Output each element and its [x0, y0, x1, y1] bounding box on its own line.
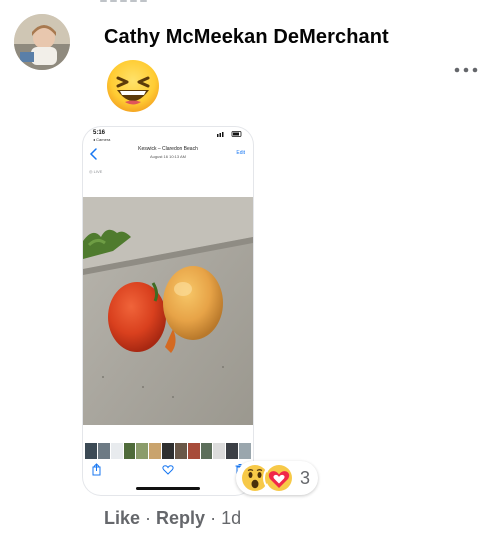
phone-thumbnail-strip [85, 443, 251, 459]
reaction-count: 3 [300, 467, 311, 488]
phone-edit-label: Edit [236, 150, 245, 156]
share-icon [92, 463, 101, 476]
comment-author-name[interactable]: Cathy McMeekan DeMerchant [104, 26, 389, 49]
heart-icon [162, 465, 174, 475]
avatar[interactable] [14, 14, 70, 70]
reply-link[interactable]: Reply [156, 508, 205, 529]
more-options-button[interactable] [452, 60, 480, 80]
action-separator: · [145, 508, 152, 528]
reactions-summary[interactable]: 3 [236, 461, 319, 495]
grinning-squinting-face-emoji [105, 58, 161, 114]
comment-page: Cathy McMeekan DeMerchant 5:16 ◂ Camera … [0, 0, 504, 534]
phone-toolbar [92, 463, 245, 476]
avatar-photo [14, 14, 70, 70]
attached-screenshot[interactable]: 5:16 ◂ Camera Keswick – Claredon Beach A… [83, 127, 253, 495]
phone-live-label: ◎ LIVE [89, 169, 103, 174]
care-icon [263, 462, 295, 494]
like-link[interactable]: Like [104, 508, 140, 529]
phone-status-time: 5:16 [93, 130, 106, 136]
comment-actions: Like · Reply · 1d [104, 508, 241, 529]
phone-photo-subtitle: August 16 10:13 AM [149, 154, 187, 159]
more-dots-icon [454, 67, 478, 73]
tomatoes-photo [83, 197, 253, 425]
action-separator: · [210, 508, 217, 528]
comment-timestamp[interactable]: 1d [221, 508, 241, 529]
phone-photo-title: Keswick – Claredon Beach [138, 146, 198, 152]
phone-status-app: ◂ Camera [93, 137, 111, 142]
phone-signal-battery-icon [217, 131, 242, 137]
phone-home-indicator [136, 487, 200, 490]
previous-content-edge [100, 0, 220, 5]
